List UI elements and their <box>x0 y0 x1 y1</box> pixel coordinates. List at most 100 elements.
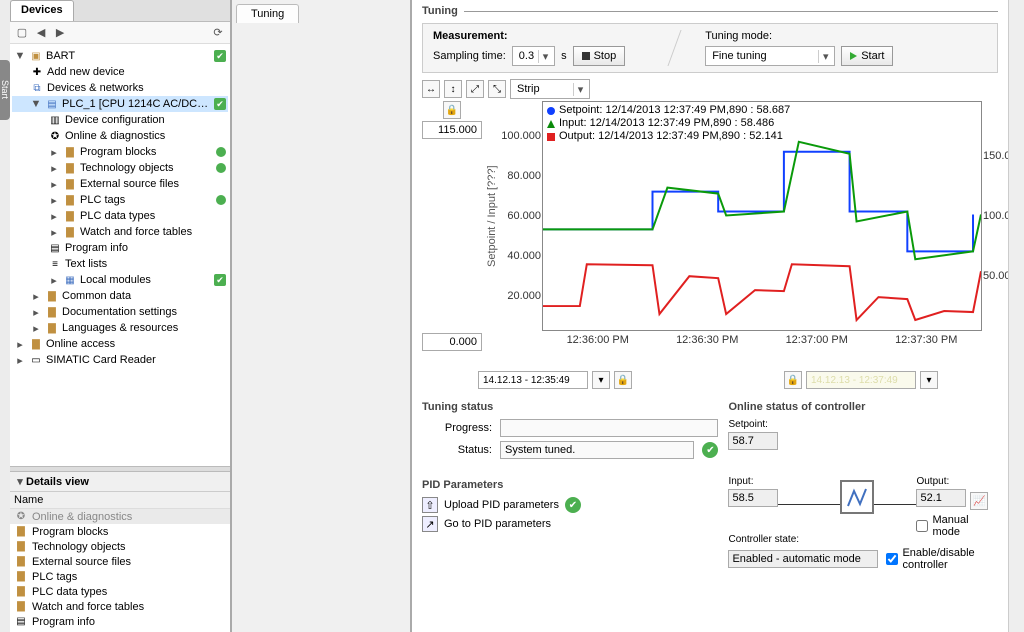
list-item[interactable]: PLC tags <box>32 571 77 583</box>
tree-add-device[interactable]: Add new device <box>47 66 226 78</box>
tab-bar: Devices <box>10 0 230 22</box>
upload-pid-link[interactable]: Upload PID parameters <box>444 499 559 511</box>
module-icon: ▦ <box>63 274 77 286</box>
tuning-mode-select[interactable]: Fine tuning▾ <box>705 46 835 66</box>
folder-icon: ▇ <box>14 541 28 553</box>
setpoint-value[interactable] <box>728 432 778 450</box>
y-ticks-right: 150.000 100.000 50.000 <box>983 102 1008 330</box>
pid-block-icon[interactable] <box>840 480 874 514</box>
list-item[interactable]: Technology objects <box>32 541 126 553</box>
folder-icon: ▇ <box>63 210 77 222</box>
trend-chart[interactable]: 100.000 80.000 60.000 40.000 20.000 150.… <box>542 101 982 331</box>
tab-devices[interactable]: Devices <box>10 0 74 21</box>
dropdown-icon[interactable]: ▾ <box>920 371 938 389</box>
zoom-out-icon[interactable]: ⤡ <box>488 80 506 98</box>
progress-field <box>500 419 718 437</box>
tree-doc-set[interactable]: Documentation settings <box>62 306 226 318</box>
tree-card-reader[interactable]: SIMATIC Card Reader <box>46 354 226 366</box>
sampling-time-select[interactable]: 0.3▾ <box>512 46 555 66</box>
project-icon: ▣ <box>29 50 43 62</box>
list-item[interactable]: Watch and force tables <box>32 601 144 613</box>
tree-plc-dtypes[interactable]: PLC data types <box>80 210 226 222</box>
status-ok-icon: ✔ <box>565 497 581 513</box>
tuning-status-title: Tuning status <box>422 401 718 413</box>
ymin-field[interactable] <box>422 333 482 351</box>
folder-icon: ▇ <box>29 338 43 350</box>
nav-fwd-icon[interactable]: ▶ <box>52 25 68 41</box>
goto-pid-link[interactable]: Go to PID parameters <box>444 518 551 530</box>
zoom-x-icon[interactable]: ↔ <box>422 80 440 98</box>
time-end-field[interactable]: 14.12.13 - 12:37:49 <box>806 371 916 389</box>
details-list[interactable]: Name ✪Online & diagnostics ▇Program bloc… <box>10 492 230 632</box>
start-handle[interactable]: Start <box>0 60 10 120</box>
folder-icon: ▇ <box>63 178 77 190</box>
list-item[interactable]: External source files <box>32 556 131 568</box>
folder-icon: ▇ <box>14 601 28 613</box>
y-ticks-left: 100.000 80.000 60.000 40.000 20.000 <box>501 102 541 330</box>
tree-lang-res[interactable]: Languages & resources <box>62 322 226 334</box>
status-dot-icon <box>216 147 226 157</box>
stop-icon <box>582 52 590 60</box>
list-item[interactable]: Program blocks <box>32 526 108 538</box>
tab-tuning[interactable]: Tuning <box>236 4 299 23</box>
y-axis-left-label: Setpoint / Input [???] <box>484 101 500 331</box>
chart-mode-select[interactable]: Strip▾ <box>510 79 590 99</box>
zoom-y-icon[interactable]: ↕ <box>444 80 462 98</box>
list-item[interactable]: Program info <box>32 616 95 628</box>
vertical-scrollbar[interactable] <box>1008 0 1024 632</box>
manual-mode-checkbox[interactable] <box>916 520 928 532</box>
project-navigator: Devices ▢ ◀ ▶ ⟳ ▼▣BART✔ ✚Add new device … <box>10 0 232 632</box>
diag-icon: ✪ <box>14 511 28 523</box>
tree-watch[interactable]: Watch and force tables <box>80 226 226 238</box>
project-tree[interactable]: ▼▣BART✔ ✚Add new device ⧉Devices & netwo… <box>10 44 230 466</box>
tree-plc[interactable]: PLC_1 [CPU 1214C AC/DC/Rly] <box>62 98 211 110</box>
time-start-field[interactable]: 14.12.13 - 12:35:49 <box>478 371 588 389</box>
input-value[interactable] <box>728 489 778 507</box>
tuning-panel: Tuning Measurement: Sampling time: 0.3▾ … <box>412 0 1008 632</box>
tree-online-diag[interactable]: Online & diagnostics <box>65 130 226 142</box>
tree-common[interactable]: Common data <box>62 290 226 302</box>
lock-y-icon[interactable]: 🔒 <box>443 101 461 119</box>
tree-root[interactable]: BART <box>46 50 211 62</box>
nav-toolbar: ▢ ◀ ▶ ⟳ <box>10 22 230 44</box>
dropdown-icon[interactable]: ▾ <box>592 371 610 389</box>
enable-controller-checkbox[interactable] <box>886 553 898 565</box>
status-dot-icon <box>216 163 226 173</box>
stop-button[interactable]: Stop <box>573 46 626 66</box>
goto-icon: ↗ <box>422 516 438 532</box>
rule <box>464 11 998 12</box>
nav-back-icon[interactable]: ◀ <box>33 25 49 41</box>
tree-ext-src[interactable]: External source files <box>80 178 226 190</box>
ymax-field[interactable] <box>422 121 482 139</box>
status-ok-icon: ✔ <box>702 442 718 458</box>
refresh-icon[interactable]: ⟳ <box>210 25 226 41</box>
tuning-mode-label: Tuning mode: <box>705 30 893 42</box>
status-ok-icon: ✔ <box>214 274 226 286</box>
diag-icon: ✪ <box>48 130 62 142</box>
folder-icon: ▇ <box>14 526 28 538</box>
tree-online-access[interactable]: Online access <box>46 338 226 350</box>
output-trend-icon[interactable]: 📈 <box>970 492 988 510</box>
tree-prog-blocks[interactable]: Program blocks <box>80 146 213 158</box>
tree-plc-tags[interactable]: PLC tags <box>80 194 213 206</box>
list-item[interactable]: Online & diagnostics <box>32 511 132 523</box>
collapse-icon[interactable]: ▢ <box>14 25 30 41</box>
lock-time-icon[interactable]: 🔒 <box>784 371 802 389</box>
zoom-in-icon[interactable]: ⤢ <box>466 80 484 98</box>
list-item[interactable]: PLC data types <box>32 586 107 598</box>
tree-text-lists[interactable]: Text lists <box>65 258 226 270</box>
sampling-unit: s <box>561 50 567 62</box>
tree-prog-info[interactable]: Program info <box>65 242 226 254</box>
tree-local-mod[interactable]: Local modules <box>80 274 211 286</box>
tree-tech-obj[interactable]: Technology objects <box>80 162 213 174</box>
tree-dev-net[interactable]: Devices & networks <box>47 82 226 94</box>
controller-diagram: Input: Output: 📈 Manual mode <box>728 458 998 528</box>
sampling-label: Sampling time: <box>433 50 506 62</box>
tree-dev-cfg[interactable]: Device configuration <box>65 114 226 126</box>
config-icon: ▥ <box>48 114 62 126</box>
output-value[interactable] <box>916 489 966 507</box>
enable-controller-label: Enable/disable controller <box>902 547 998 571</box>
start-button[interactable]: Start <box>841 46 893 66</box>
manual-mode-label: Manual mode <box>932 514 998 538</box>
lock-time-icon[interactable]: 🔒 <box>614 371 632 389</box>
